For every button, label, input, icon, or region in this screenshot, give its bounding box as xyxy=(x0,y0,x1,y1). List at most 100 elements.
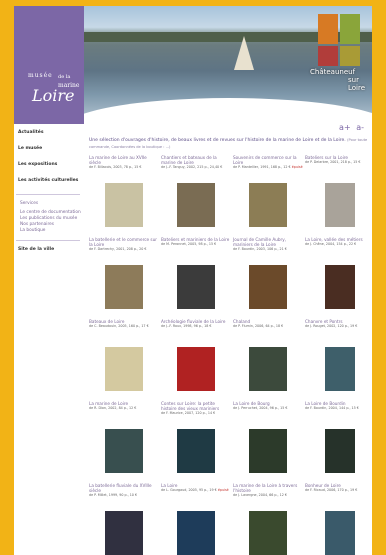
book-cover-image[interactable] xyxy=(249,183,287,227)
book-meta-text: de P. Mantellier, 1991, 168 p., 12 € xyxy=(233,165,291,169)
font-increase-button[interactable]: a+ xyxy=(339,123,351,132)
book-cover-image[interactable] xyxy=(105,511,143,555)
museum-logo[interactable]: musée de la marine Loire xyxy=(14,6,84,124)
book-item: La marine de la Loire à travers l'histoi… xyxy=(233,483,303,555)
book-meta: de P. Millet, 1999, 90 p., 10 € xyxy=(89,493,159,497)
sidebar-item-actualites[interactable]: Actualités xyxy=(18,130,84,135)
book-meta: de F. Dartrechy, 2001, 208 p., 20 € xyxy=(89,247,159,251)
book-cover-image[interactable] xyxy=(177,511,215,555)
book-item: Bateliers et mariniers de la Loire de M. … xyxy=(161,237,231,309)
book-title-link[interactable]: La marine de la Loire à travers l'histoi… xyxy=(233,483,303,493)
book-meta-text: de J.-F. Roux, 1998, 96 p., 18 € xyxy=(161,324,212,328)
book-status-badge: épuisé xyxy=(291,165,303,169)
book-meta: de P. Mantellier, 1991, 168 p., 12 € épu… xyxy=(233,165,303,169)
book-meta: de F. Bourdin, 2003, 106 p., 21 € xyxy=(233,247,303,251)
book-row: La marine de Loire au XVIIe siècle de F. … xyxy=(89,155,369,230)
sidebar-section-services[interactable]: Services xyxy=(20,201,84,207)
intro-paragraph: Une sélection d'ouvrages d'histoire, de … xyxy=(89,138,346,143)
font-decrease-button[interactable]: a- xyxy=(356,123,364,132)
book-item: Chaland de P. Flumin, 2006, 64 p., 18 € xyxy=(233,319,303,391)
book-meta-text: de J. Rouget, 2002, 120 p., 19 € xyxy=(305,324,358,328)
book-item: La Loire de L. Gourgaud, 2005, 95 p., 19 … xyxy=(161,483,231,555)
book-meta: de R. Dion, 2002, 84 p., 12 € xyxy=(89,406,159,410)
book-meta-text: de P. Millet, 1999, 90 p., 10 € xyxy=(89,493,138,497)
book-cover-image[interactable] xyxy=(177,265,215,309)
banner-wave xyxy=(84,98,372,124)
book-meta-text: de C. Beaudouin, 2005, 160 p., 17 € xyxy=(89,324,149,328)
book-title-link[interactable]: La batellerie et le commerce sur la Loir… xyxy=(89,237,159,247)
book-meta-text: de J. Chêne, 2004, 154 p., 22 € xyxy=(305,242,357,246)
book-title-link[interactable]: La batellerie fluviale du XVIIIe siècle xyxy=(89,483,159,493)
book-cover-image[interactable] xyxy=(177,183,215,227)
sidebar-item-musee[interactable]: Le musée xyxy=(18,146,84,151)
book-item: La marine de Loire au XVIIe siècle de F. … xyxy=(89,155,159,227)
sidebar-item-expositions[interactable]: Les expositions xyxy=(18,162,84,167)
book-meta-text: de R. Dion, 2002, 84 p., 12 € xyxy=(89,406,137,410)
book-cover-image[interactable] xyxy=(177,429,215,473)
book-meta: de F. Maurice, 2007, 120 p., 14 € xyxy=(161,411,231,415)
castle-badge-tile xyxy=(318,14,338,44)
book-cover-image[interactable] xyxy=(249,429,287,473)
logo-line-4: Loire xyxy=(32,86,75,105)
header-banner-image: Châteauneuf sur Loire xyxy=(84,6,372,124)
book-item: La batellerie et le commerce sur la Loir… xyxy=(89,237,159,309)
book-cover-image[interactable] xyxy=(249,265,287,309)
book-meta-text: de F. Dartrechy, 2001, 208 p., 20 € xyxy=(89,247,147,251)
book-cover-image[interactable] xyxy=(105,347,143,391)
book-meta-text: de J. Perruchet, 2004, 96 p., 15 € xyxy=(233,406,288,410)
book-cover-image[interactable] xyxy=(105,183,143,227)
book-item: La Loire de Bourg de J. Perruchet, 2004, … xyxy=(233,401,303,473)
book-item: Bateaux de Loire de C. Beaudouin, 2005, 1… xyxy=(89,319,159,391)
book-item: La Loire de Bourdin de F. Bourdin, 2004, … xyxy=(305,401,372,473)
book-meta-text: de P. Delarbre, 2001, 218 p., 15 € xyxy=(305,160,361,164)
book-meta-text: de J.-F. Tanguy, 2002, 215 p., 24,40 € xyxy=(161,165,223,169)
book-item: Journal de Camille Aubry, mariniers de l… xyxy=(233,237,303,309)
book-cover-image[interactable] xyxy=(325,429,355,473)
book-cover-image[interactable] xyxy=(325,347,355,391)
book-meta-text: de F. Maurice, 2007, 120 p., 14 € xyxy=(161,411,216,415)
sidebar-subitem-boutique[interactable]: La boutique xyxy=(20,228,84,234)
book-meta: de M. Peronnet, 2005, 98 p., 15 € xyxy=(161,242,231,246)
book-meta: de P. Flumin, 2006, 64 p., 18 € xyxy=(233,324,303,328)
book-meta: de C. Beaudouin, 2005, 160 p., 17 € xyxy=(89,324,159,328)
book-cover-image[interactable] xyxy=(177,347,215,391)
book-cover-image[interactable] xyxy=(325,511,355,555)
book-item: Bateliers sur la Loire de P. Delarbre, 20… xyxy=(305,155,372,227)
book-meta: de F. Billacois, 2003, 78 p., 15 € xyxy=(89,165,159,169)
castle-badge-tile xyxy=(318,46,338,66)
book-meta-text: de L. Gourgaud, 2005, 95 p., 19 € xyxy=(161,488,217,492)
book-item: La marine de Loire de R. Dion, 2002, 84 p… xyxy=(89,401,159,473)
sidebar-item-activites[interactable]: Les activités culturelles xyxy=(18,178,84,183)
book-cover-image[interactable] xyxy=(105,265,143,309)
book-row: La batellerie et le commerce sur la Loir… xyxy=(89,237,369,312)
book-meta-text: de F. Bourdin, 2004, 144 p., 15 € xyxy=(305,406,359,410)
book-title-link[interactable]: Journal de Camille Aubry, mariniers de l… xyxy=(233,237,303,247)
page: musée de la marine Loire Châteauneuf sur… xyxy=(14,6,372,555)
book-item: Archéologie fluviale de la Loire de J.-F.… xyxy=(161,319,231,391)
book-title-link[interactable]: Souvenirs de commerce sur la Loire xyxy=(233,155,303,165)
book-item: La Loire, vallée des métiers de J. Chêne,… xyxy=(305,237,372,309)
book-cover-image[interactable] xyxy=(325,265,355,309)
logo-line-1: musée xyxy=(28,72,53,79)
book-title-link[interactable]: La marine de Loire au XVIIe siècle xyxy=(89,155,159,165)
book-status-badge: épuisé xyxy=(217,488,229,492)
book-meta: de L. Gourgaud, 2005, 95 p., 19 € épuisé xyxy=(161,488,231,492)
book-meta-text: de P. Flumin, 2006, 64 p., 18 € xyxy=(233,324,284,328)
book-title-link[interactable]: Contes sur Loire: la petite histoire des… xyxy=(161,401,231,411)
book-cover-image[interactable] xyxy=(249,511,287,555)
book-title-link[interactable]: Chantiers et bateaux de la marine de Loi… xyxy=(161,155,231,165)
book-row: La marine de Loire de R. Dion, 2002, 84 p… xyxy=(89,401,369,476)
book-meta: de F. Bourdin, 2004, 144 p., 15 € xyxy=(305,406,372,410)
book-meta-text: de M. Peronnet, 2005, 98 p., 15 € xyxy=(161,242,217,246)
book-meta: de J. Rouget, 2002, 120 p., 19 € xyxy=(305,324,372,328)
book-meta-text: de J. Lavergne, 2004, 66 p., 12 € xyxy=(233,493,287,497)
sidebar-item-site-ville[interactable]: Site de la ville xyxy=(18,247,84,252)
city-badge-line-1[interactable]: Châteauneuf xyxy=(310,68,355,76)
book-meta: de J. Chêne, 2004, 154 p., 22 € xyxy=(305,242,372,246)
city-badge-line-2[interactable]: sur Loire xyxy=(348,76,372,92)
book-cover-image[interactable] xyxy=(105,429,143,473)
banner-sailboat xyxy=(234,36,254,70)
book-cover-image[interactable] xyxy=(325,183,355,227)
book-cover-image[interactable] xyxy=(249,347,287,391)
book-meta: de J. Lavergne, 2004, 66 p., 12 € xyxy=(233,493,303,497)
